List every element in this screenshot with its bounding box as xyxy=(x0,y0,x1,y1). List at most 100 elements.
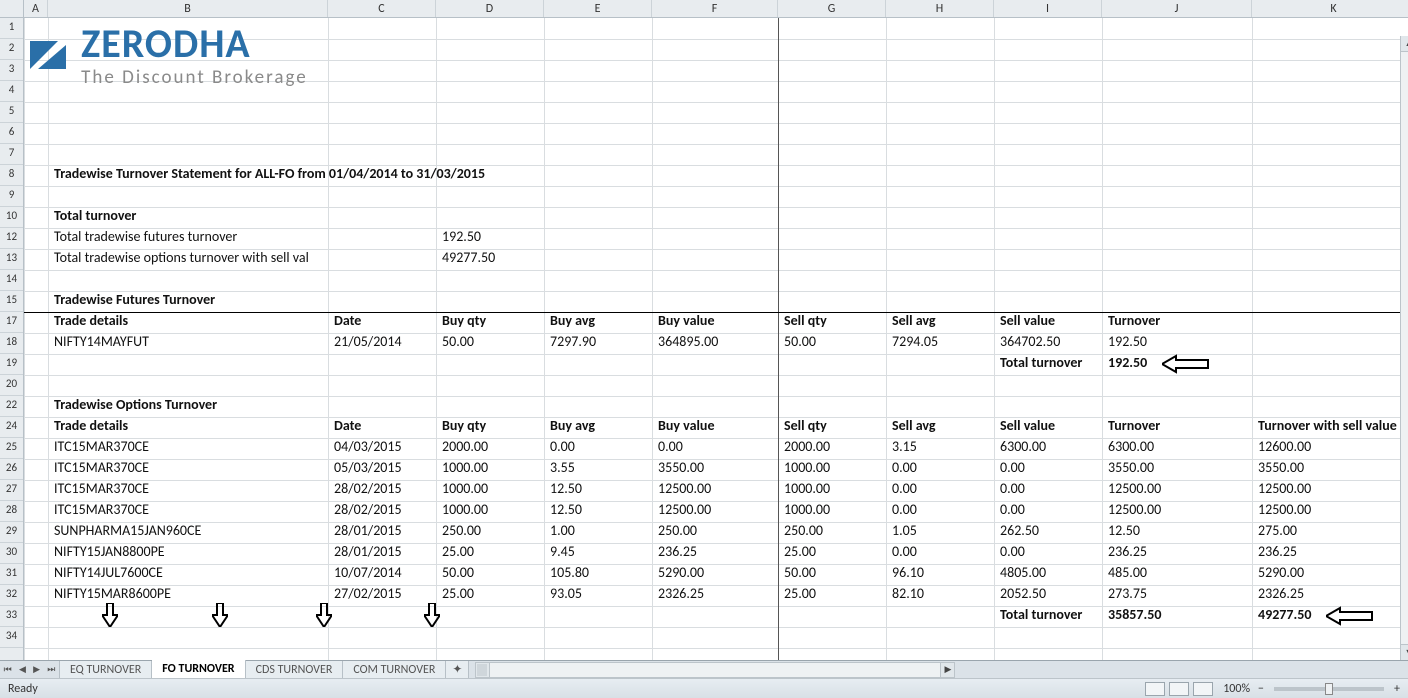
column-header-D[interactable]: D xyxy=(436,0,544,17)
opt-row-ts: 275.00 xyxy=(1255,522,1300,543)
row-header-3[interactable]: 3 xyxy=(0,60,23,81)
fut-row-sv: 364702.50 xyxy=(997,333,1063,354)
tab-next-icon[interactable]: ▶ xyxy=(33,664,40,675)
row-header-5[interactable]: 5 xyxy=(0,102,23,123)
insert-sheet-button[interactable]: ✦ xyxy=(446,661,469,679)
row-header-30[interactable]: 30 xyxy=(0,543,23,564)
opt-row-sv: 4805.00 xyxy=(997,564,1049,585)
opt-hdr-sq: Sell qty xyxy=(781,417,830,438)
statement-title: Tradewise Turnover Statement for ALL-FO … xyxy=(51,165,488,186)
row-header-1[interactable]: 1 xyxy=(0,18,23,39)
row-header-15[interactable]: 15 xyxy=(0,291,23,312)
opt-row-ts: 12500.00 xyxy=(1255,480,1314,501)
brand-name: ZERODHA xyxy=(81,24,308,64)
opt-row-sq: 1000.00 xyxy=(781,480,833,501)
fut-row-to: 192.50 xyxy=(1105,333,1150,354)
zoom-level: 100% xyxy=(1223,682,1250,696)
row-header-18[interactable]: 18 xyxy=(0,333,23,354)
row-header-2[interactable]: 2 xyxy=(0,39,23,60)
opt-row-sa: 3.15 xyxy=(889,438,920,459)
opt-row-bq: 25.00 xyxy=(439,543,477,564)
opt-row-bv: 12500.00 xyxy=(655,480,714,501)
tab-last-icon[interactable]: ⏭ xyxy=(47,664,55,675)
row-header-12[interactable]: 12 xyxy=(0,228,23,249)
column-header-F[interactable]: F xyxy=(652,0,778,17)
opt-hdr-sa: Sell avg xyxy=(889,417,939,438)
opt-row-date: 27/02/2015 xyxy=(331,585,405,606)
zoom-in-button[interactable]: + xyxy=(1394,682,1400,696)
column-header-A[interactable]: A xyxy=(24,0,48,17)
opt-row-ts: 12500.00 xyxy=(1255,501,1314,522)
opt-row-sq: 25.00 xyxy=(781,543,819,564)
row-header-25[interactable]: 25 xyxy=(0,438,23,459)
row-header-14[interactable]: 14 xyxy=(0,270,23,291)
fut-hdr-date: Date xyxy=(331,312,364,333)
column-header-C[interactable]: C xyxy=(328,0,436,17)
opt-row-ts: 5290.00 xyxy=(1255,564,1307,585)
row-header-13[interactable]: 13 xyxy=(0,249,23,270)
row-header-7[interactable]: 7 xyxy=(0,144,23,165)
row-header-10[interactable]: 10 xyxy=(0,207,23,228)
opt-row-date: 28/02/2015 xyxy=(331,480,405,501)
row-header-17[interactable]: 17 xyxy=(0,312,23,333)
row-header-33[interactable]: 33 xyxy=(0,606,23,627)
page-break-view-button[interactable] xyxy=(1193,682,1213,696)
opt-hdr-ts: Turnover with sell value xyxy=(1255,417,1400,438)
opt-row-ba: 105.80 xyxy=(547,564,592,585)
select-all-cell[interactable] xyxy=(0,0,23,18)
vertical-scrollbar[interactable]: ▲ ▼ xyxy=(1400,36,1408,660)
row-header-6[interactable]: 6 xyxy=(0,123,23,144)
sheet-tab-cds-turnover[interactable]: CDS TURNOVER xyxy=(246,661,344,679)
tab-first-icon[interactable]: ⏮ xyxy=(4,664,12,675)
row-header-28[interactable]: 28 xyxy=(0,501,23,522)
row-header-22[interactable]: 22 xyxy=(0,396,23,417)
opt-row-bq: 25.00 xyxy=(439,585,477,606)
sheet-tab-com-turnover[interactable]: COM TURNOVER xyxy=(343,661,446,679)
scroll-up-button[interactable]: ▲ xyxy=(1401,36,1408,52)
column-header-I[interactable]: I xyxy=(994,0,1102,17)
column-header-G[interactable]: G xyxy=(778,0,886,17)
sheet-tab-eq-turnover[interactable]: EQ TURNOVER xyxy=(60,661,152,679)
cell-grid[interactable]: ZERODHA The Discount Brokerage ▲ ▼ Trade… xyxy=(24,18,1408,660)
zoom-out-button[interactable]: − xyxy=(1258,682,1264,696)
row-header-31[interactable]: 31 xyxy=(0,564,23,585)
column-header-B[interactable]: B xyxy=(48,0,328,17)
opt-row-bv: 250.00 xyxy=(655,522,700,543)
column-header-E[interactable]: E xyxy=(544,0,652,17)
normal-view-button[interactable] xyxy=(1145,682,1165,696)
row-header-9[interactable]: 9 xyxy=(0,186,23,207)
opt-row-ts: 236.25 xyxy=(1255,543,1300,564)
column-header-J[interactable]: J xyxy=(1102,0,1252,17)
scroll-right-button[interactable]: ▶ xyxy=(940,663,954,677)
row-header-34[interactable]: 34 xyxy=(0,627,23,648)
opt-row-sv: 2052.50 xyxy=(997,585,1049,606)
row-header-20[interactable]: 20 xyxy=(0,375,23,396)
horizontal-scrollbar[interactable]: ◀▶ xyxy=(475,662,955,678)
opt-row-sa: 96.10 xyxy=(889,564,927,585)
opt-row-sa: 1.05 xyxy=(889,522,920,543)
tab-prev-icon[interactable]: ◀ xyxy=(19,664,26,675)
column-header-K[interactable]: K xyxy=(1252,0,1408,17)
column-headers: ABCDEFGHIJK xyxy=(24,0,1408,18)
row-header-24[interactable]: 24 xyxy=(0,417,23,438)
row-header-19[interactable]: 19 xyxy=(0,354,23,375)
tab-nav-buttons[interactable]: ⏮ ◀ ▶ ⏭ xyxy=(0,661,60,678)
column-header-H[interactable]: H xyxy=(886,0,994,17)
sheet-tab-fo-turnover[interactable]: FO TURNOVER xyxy=(152,660,245,679)
row-header-27[interactable]: 27 xyxy=(0,480,23,501)
row-header-8[interactable]: 8 xyxy=(0,165,23,186)
scroll-down-button[interactable]: ▼ xyxy=(1401,644,1408,660)
opt-row-sq: 50.00 xyxy=(781,564,819,585)
row-header-32[interactable]: 32 xyxy=(0,585,23,606)
opt-row-bv: 0.00 xyxy=(655,438,686,459)
row-header-26[interactable]: 26 xyxy=(0,459,23,480)
opt-row-ba: 9.45 xyxy=(547,543,578,564)
total-opt-value: 49277.50 xyxy=(439,249,498,270)
opt-total-to: 35857.50 xyxy=(1105,606,1164,627)
fut-row-sa: 7294.05 xyxy=(889,333,941,354)
row-header-4[interactable]: 4 xyxy=(0,81,23,102)
row-header-29[interactable]: 29 xyxy=(0,522,23,543)
opt-row-to: 12500.00 xyxy=(1105,501,1164,522)
page-layout-view-button[interactable] xyxy=(1169,682,1189,696)
zoom-slider[interactable] xyxy=(1274,687,1384,691)
